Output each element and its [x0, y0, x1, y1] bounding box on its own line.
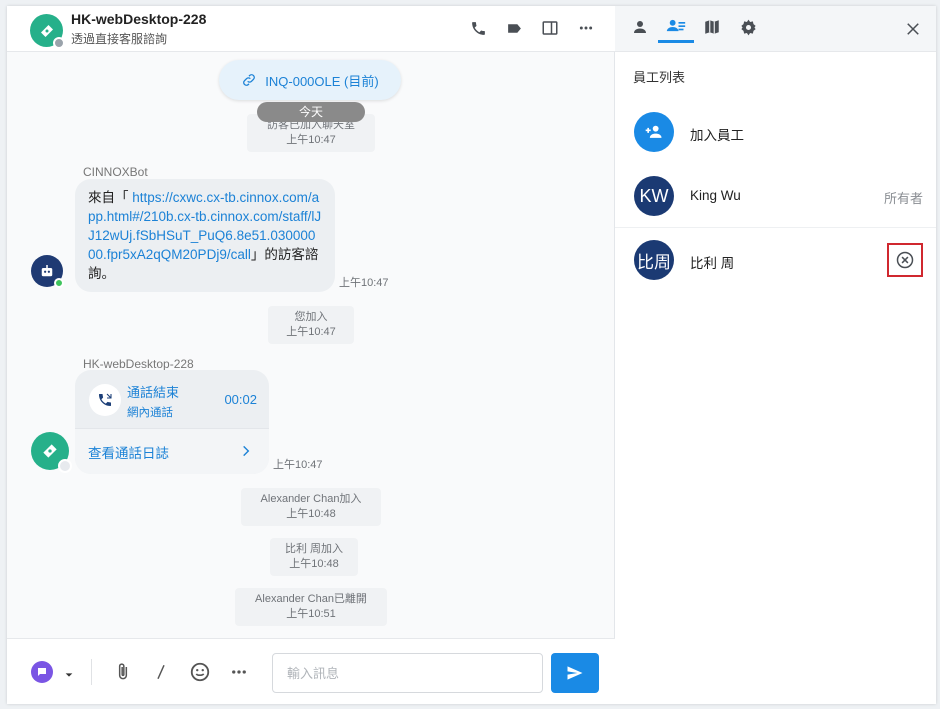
staff-name: 比利 周 — [690, 256, 735, 271]
call-duration: 00:02 — [224, 392, 257, 407]
chat-panel: HK-webDesktop-228 透過直接客服諮詢 INQ-000OLE (目… — [7, 6, 615, 704]
call-summary-card: 通話結束 網內通話 00:02 查看通話日誌 — [75, 370, 269, 474]
staff-list-item[interactable]: 比周 比利 周 — [615, 228, 936, 292]
robot-icon — [41, 265, 53, 277]
person-icon — [634, 21, 646, 33]
online-status-dot — [54, 278, 64, 288]
attachment-icon[interactable] — [111, 660, 135, 684]
avatar: 比周 — [634, 240, 674, 280]
more-icon[interactable] — [577, 19, 595, 37]
active-tab-indicator — [658, 40, 694, 43]
bot-message-bubble: 來自「 https://cxwc.cx-tb.cinnox.com/app.ht… — [75, 179, 335, 292]
channel-selector[interactable] — [31, 661, 53, 683]
message-composer — [7, 638, 615, 704]
close-icon — [907, 23, 919, 35]
message-time: 上午10:47 — [273, 459, 323, 471]
call-status: 通話結束 — [127, 385, 180, 400]
tab-visitor-info[interactable] — [627, 14, 653, 40]
call-log-label: 查看通話日誌 — [88, 446, 169, 461]
chevron-right-icon — [239, 444, 253, 463]
system-message: 比利 周加入 上午10:48 — [270, 538, 358, 576]
tab-staff-list[interactable] — [663, 14, 689, 40]
missed-call-icon — [89, 384, 121, 416]
chat-header: HK-webDesktop-228 透過直接客服諮詢 — [7, 6, 615, 52]
chevron-down-icon[interactable] — [64, 667, 74, 685]
inquiry-label: INQ-000OLE (目前) — [265, 73, 379, 89]
message-time: 上午10:47 — [339, 277, 389, 289]
remove-circle-icon — [896, 251, 914, 269]
side-panel: 員工列表 加入員工 KW King Wu 所有者 比周 比利 周 — [615, 6, 936, 704]
map-icon — [705, 20, 719, 34]
gear-icon — [740, 19, 756, 35]
remove-staff-button[interactable] — [887, 243, 923, 277]
system-message: 您加入 上午10:47 — [268, 306, 354, 344]
chat-subtitle: 透過直接客服諮詢 — [71, 32, 168, 46]
staff-list-item[interactable]: KW King Wu 所有者 — [615, 164, 936, 228]
web-channel-icon — [58, 459, 72, 473]
message-list[interactable]: INQ-000OLE (目前) 訪客已加入聊天室 上午10:47 今天 CINN… — [7, 52, 615, 638]
tab-settings[interactable] — [735, 14, 761, 40]
message-sender: HK-webDesktop-228 — [83, 357, 194, 371]
staff-role: 所有者 — [883, 191, 923, 206]
emoji-icon[interactable] — [188, 660, 212, 684]
more-options-icon[interactable] — [227, 660, 251, 684]
add-staff-button[interactable]: 加入員工 — [615, 100, 936, 164]
visitor-avatar[interactable] — [30, 14, 65, 49]
phone-icon[interactable] — [469, 19, 487, 37]
call-type: 網內通話 — [127, 407, 173, 419]
side-panel-tabs — [615, 6, 936, 52]
date-separator: 今天 — [257, 102, 365, 122]
link-icon — [243, 74, 256, 86]
staff-list-title: 員工列表 — [633, 70, 686, 85]
send-icon — [567, 666, 583, 680]
system-message: Alexander Chan已離開 上午10:51 — [235, 588, 387, 626]
bot-avatar[interactable] — [31, 255, 64, 288]
message-sender: CINNOXBot — [83, 165, 148, 179]
message-input[interactable] — [272, 653, 543, 693]
close-panel-button[interactable] — [902, 18, 924, 40]
divider — [91, 659, 92, 685]
side-panel-toggle-icon[interactable] — [541, 19, 559, 37]
system-message: Alexander Chan加入 上午10:48 — [241, 488, 381, 526]
tab-map[interactable] — [699, 14, 725, 40]
chat-title: HK-webDesktop-228 — [71, 11, 207, 27]
ticket-icon — [43, 444, 57, 458]
staff-list-icon — [666, 19, 686, 32]
add-person-icon — [634, 112, 674, 152]
ticket-icon — [40, 24, 53, 37]
view-call-log-button[interactable]: 查看通話日誌 — [75, 428, 269, 474]
channel-badge — [53, 37, 65, 49]
visitor-avatar[interactable] — [31, 432, 72, 473]
chat-bubble-icon — [38, 668, 46, 676]
slash-command-icon[interactable] — [149, 660, 173, 684]
inquiry-pill[interactable]: INQ-000OLE (目前) — [219, 60, 401, 100]
label-icon[interactable] — [505, 19, 523, 37]
avatar: KW — [634, 176, 674, 216]
add-staff-label: 加入員工 — [690, 128, 744, 143]
staff-name: King Wu — [690, 188, 741, 203]
send-button[interactable] — [551, 653, 599, 693]
app-window: HK-webDesktop-228 透過直接客服諮詢 INQ-000OLE (目… — [7, 6, 936, 704]
